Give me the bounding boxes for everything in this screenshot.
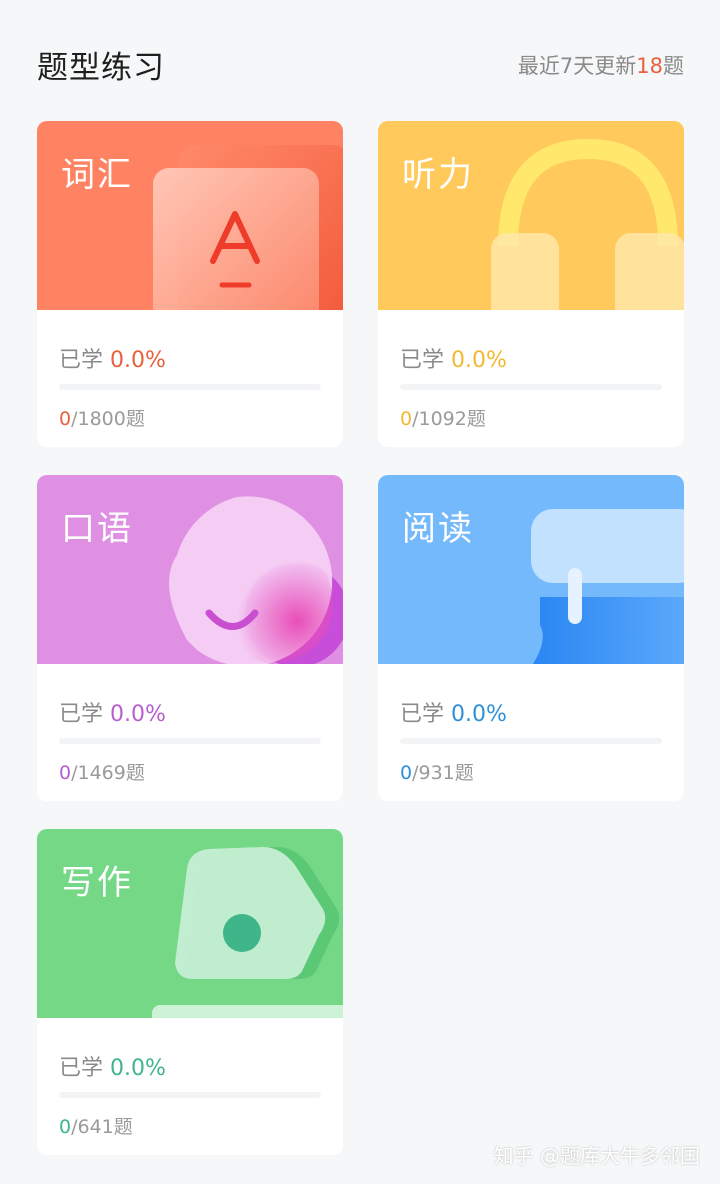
studied-text: 已学 0.0% [59,1050,166,1082]
stats-speaking: 已学 0.0% 0/1469题 [37,664,343,801]
card-title-speaking: 口语 [61,509,133,549]
studied-label: 已学 [59,702,104,727]
card-title-writing: 写作 [61,863,133,903]
card-title-vocabulary: 词汇 [61,155,133,195]
total-count: /1469题 [71,762,145,784]
studied-label: 已学 [400,702,445,727]
banner-speaking: 口语 [37,475,343,664]
banner-reading: 阅读 [378,475,684,664]
question-count: 0/931题 [400,758,474,785]
studied-text: 已学 0.0% [400,342,507,374]
update-info: 最近7天更新18题 [518,50,684,80]
stats-vocabulary: 已学 0.0% 0/1800题 [37,310,343,447]
banner-vocabulary: 词汇 [37,121,343,310]
header: 题型练习 最近7天更新18题 [0,0,720,110]
page-title: 题型练习 [37,50,165,86]
progress-bar [59,1092,321,1098]
stats-listening: 已学 0.0% 0/1092题 [378,310,684,447]
done-count: 0 [400,762,413,784]
done-count: 0 [59,408,72,430]
studied-percent: 0.0% [110,348,166,373]
studied-text: 已学 0.0% [59,696,166,728]
update-prefix: 最近7天更新 [517,54,637,78]
studied-label: 已学 [59,1056,104,1081]
banner-writing: 写作 [37,829,343,1018]
card-vocabulary[interactable]: 词汇 已学 0.0% 0/1800题 [37,121,343,447]
studied-percent: 0.0% [451,348,507,373]
card-listening[interactable]: 听力 已学 0.0% 0/1092题 [378,121,684,447]
progress-bar [400,738,662,744]
total-count: /1800题 [71,408,145,430]
total-count: /931题 [412,762,474,784]
studied-percent: 0.0% [451,702,507,727]
card-writing[interactable]: 写作 已学 0.0% 0/641题 [37,829,343,1155]
studied-text: 已学 0.0% [400,696,507,728]
done-count: 0 [59,1116,72,1138]
studied-percent: 0.0% [110,702,166,727]
update-count: 18 [636,54,663,78]
stats-writing: 已学 0.0% 0/641题 [37,1018,343,1155]
question-count: 0/1800题 [59,404,145,431]
done-count: 0 [59,762,72,784]
total-count: /1092题 [412,408,486,430]
card-title-listening: 听力 [402,155,474,195]
total-count: /641题 [71,1116,133,1138]
question-count: 0/1092题 [400,404,486,431]
progress-bar [59,738,321,744]
card-title-reading: 阅读 [402,509,474,549]
done-count: 0 [400,408,413,430]
progress-bar [59,384,321,390]
studied-label: 已学 [59,348,104,373]
watermark: 知乎 @题库大牛多邻国 [493,1144,700,1168]
card-speaking[interactable]: 口语 已学 0.0% 0/1469题 [37,475,343,801]
progress-bar [400,384,662,390]
studied-text: 已学 0.0% [59,342,166,374]
studied-percent: 0.0% [110,1056,166,1081]
stats-reading: 已学 0.0% 0/931题 [378,664,684,801]
question-count: 0/1469题 [59,758,145,785]
update-suffix: 题 [663,54,684,78]
banner-listening: 听力 [378,121,684,310]
question-count: 0/641题 [59,1112,133,1139]
studied-label: 已学 [400,348,445,373]
card-reading[interactable]: 阅读 已学 0.0% 0/931题 [378,475,684,801]
